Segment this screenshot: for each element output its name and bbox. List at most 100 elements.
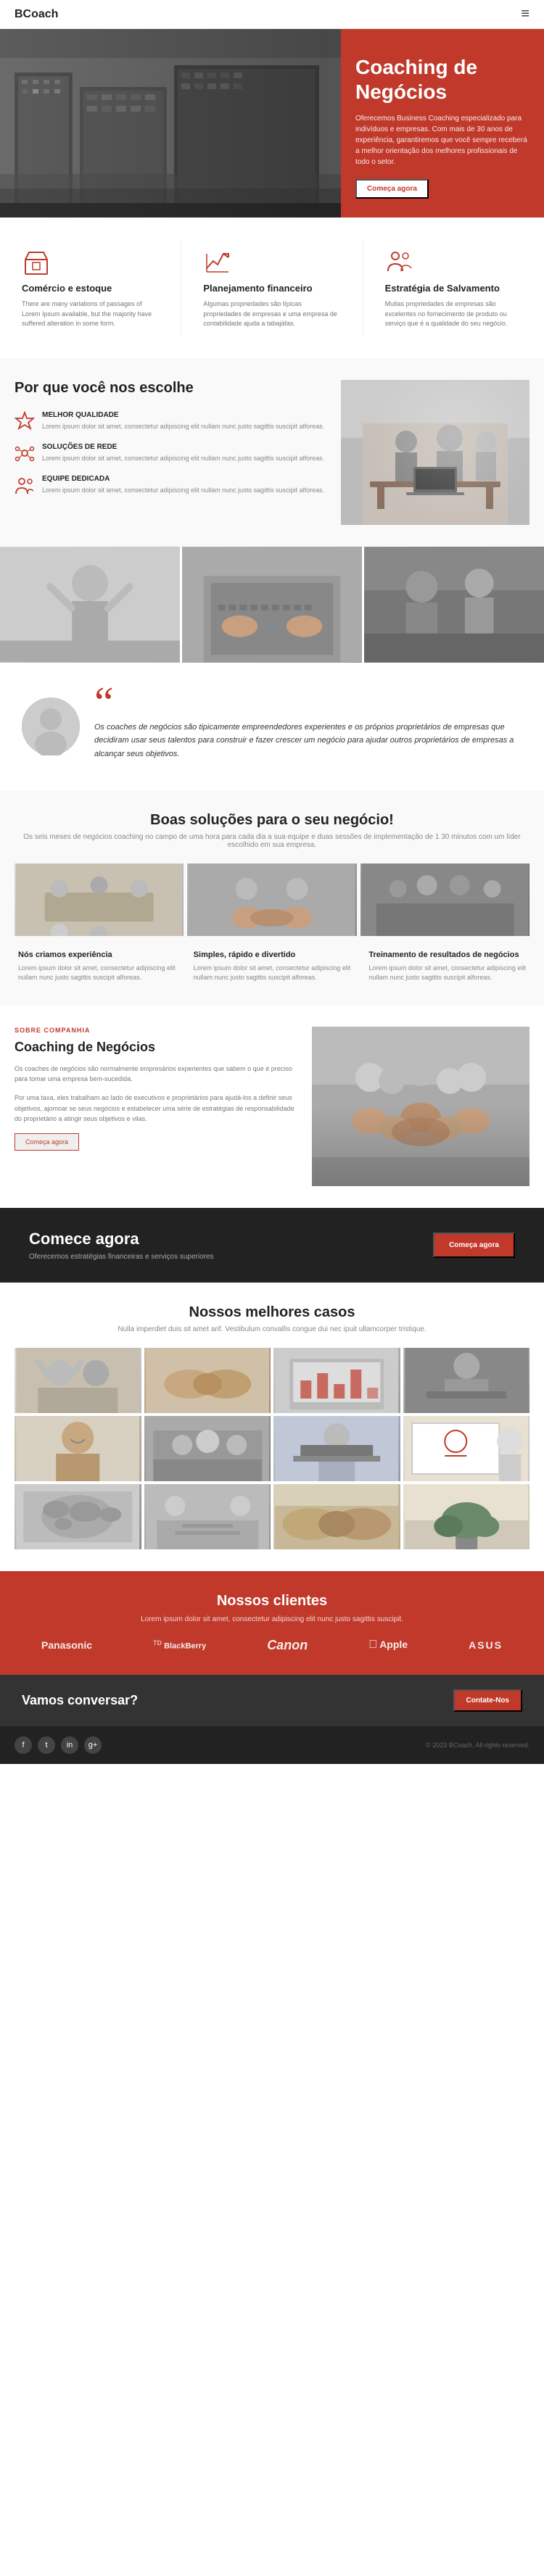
team-icon (15, 475, 35, 495)
case-item-7 (403, 1416, 530, 1481)
solutions-section: Boas soluções para o seu negócio! Os sei… (0, 790, 544, 1005)
sol-card-title-2: Treinamento de resultados de negócios (368, 951, 526, 959)
sol-card-2: Treinamento de resultados de negócios Lo… (365, 951, 529, 983)
why-item-title-0: MELHOR QUALIDADE (42, 411, 324, 419)
network-icon (15, 443, 35, 463)
cta-description: Oferecemos estratégias financeiras e ser… (29, 1253, 214, 1261)
photo-cell-0 (0, 547, 180, 663)
sol-card-desc-2: Lorem ipsum dolor sit amet, consectetur … (368, 964, 526, 983)
why-item-desc-1: Lorem ipsum dolor sit amet, consectetur … (42, 454, 324, 463)
hero-overlay: Coaching de Negócios Oferecemos Business… (341, 29, 544, 218)
solutions-subtitle: Os seis meses de negócios coaching no ca… (15, 833, 529, 849)
cases-grid (15, 1348, 529, 1549)
solutions-images (15, 864, 529, 936)
social-facebook[interactable]: f (15, 1736, 32, 1754)
quality-icon (15, 411, 35, 431)
sol-card-title-1: Simples, rápido e divertido (194, 951, 351, 959)
social-googleplus[interactable]: g+ (84, 1736, 102, 1754)
sol-img-2 (360, 864, 529, 936)
case-item-3 (403, 1348, 530, 1413)
case-item-9 (144, 1484, 271, 1549)
cases-section: Nossos melhores casos Nulla imperdiet du… (0, 1283, 544, 1571)
contact-button[interactable]: Contate-Nos (453, 1689, 522, 1712)
chart-icon (203, 247, 232, 276)
why-item-desc-0: Lorem ipsum dolor sit amet, consectetur … (42, 422, 324, 431)
header: BCoach ≡ (0, 0, 544, 29)
why-item-0: MELHOR QUALIDADE Lorem ipsum dolor sit a… (15, 411, 326, 431)
clients-logos: Panasonic TD BlackBerry Canon Apple ASU… (15, 1638, 529, 1653)
service-desc-0: There are many variations of passages of… (22, 299, 159, 329)
sol-card-desc-1: Lorem ipsum dolor sit amet, consectetur … (194, 964, 351, 983)
quote-mark: “ (94, 692, 522, 713)
service-item-1: Planejamento financeiro Algumas propried… (196, 239, 347, 336)
why-image (341, 380, 529, 525)
quote-content: “ Os coaches de negócios são tipicamente… (94, 692, 522, 761)
clients-title: Nossos clientes (15, 1593, 529, 1610)
about-desc-1: Os coaches de negócios são normalmente e… (15, 1064, 297, 1085)
service-desc-1: Algumas propriedades são típicas proprie… (203, 299, 340, 329)
about-button[interactable]: Começa agora (15, 1133, 79, 1151)
about-title: Coaching de Negócios (15, 1040, 297, 1055)
about-section: SOBRE COMPANHIA Coaching de Negócios Os … (0, 1005, 544, 1208)
about-desc-2: Por uma taxa, eles trabalham ao lado de … (15, 1093, 297, 1124)
quote-section: “ Os coaches de negócios são tipicamente… (0, 663, 544, 790)
case-item-0 (15, 1348, 141, 1413)
quote-text: Os coaches de negócios são tipicamente e… (94, 721, 522, 761)
why-item-title-2: EQUIPE DEDICADA (42, 475, 324, 483)
why-item-desc-2: Lorem ipsum dolor sit amet, consectetur … (42, 486, 324, 495)
sol-card-title-0: Nós criamos experiência (18, 951, 176, 959)
case-item-10 (273, 1484, 400, 1549)
case-item-8 (15, 1484, 141, 1549)
cta-title: Comece agora (29, 1230, 214, 1248)
client-logo-blackberry: TD BlackBerry (153, 1639, 206, 1651)
case-item-5 (144, 1416, 271, 1481)
sol-card-desc-0: Lorem ipsum dolor sit amet, consectetur … (18, 964, 176, 983)
service-item-2: Estratégia de Salvamento Muitas propried… (378, 239, 529, 336)
client-logo-asus: ASUS (469, 1639, 503, 1651)
cta-banner: Comece agora Oferecemos estratégias fina… (0, 1208, 544, 1283)
about-tag: SOBRE COMPANHIA (15, 1027, 297, 1034)
social-twitter[interactable]: t (38, 1736, 55, 1754)
case-item-2 (273, 1348, 400, 1413)
why-item-2: EQUIPE DEDICADA Lorem ipsum dolor sit am… (15, 475, 326, 495)
photo-cell-1 (182, 547, 362, 663)
case-item-4 (15, 1416, 141, 1481)
shop-icon (22, 247, 51, 276)
logo: BCoach (15, 8, 58, 21)
sol-card-1: Simples, rápido e divertido Lorem ipsum … (190, 951, 355, 983)
why-section: Por que você nos escolhe MELHOR QUALIDAD… (0, 358, 544, 547)
services-section: Comércio e estoque There are many variat… (0, 218, 544, 358)
cases-title: Nossos melhores casos (15, 1304, 529, 1321)
quote-avatar (22, 697, 80, 755)
hero-title: Coaching de Negócios (355, 55, 529, 104)
service-item-0: Comércio e estoque There are many variat… (15, 239, 166, 336)
service-title-2: Estratégia de Salvamento (385, 283, 522, 294)
client-logo-panasonic: Panasonic (41, 1639, 92, 1651)
footer-socials: f t in g+ (15, 1736, 102, 1754)
footer-copyright: © 2023 BCoach. All rights reserved. (426, 1742, 529, 1749)
hero-cta-button[interactable]: Começa agora (355, 179, 429, 199)
menu-icon[interactable]: ≡ (521, 6, 529, 22)
case-item-1 (144, 1348, 271, 1413)
cta-button[interactable]: Começa agora (433, 1233, 515, 1258)
service-title-0: Comércio e estoque (22, 283, 159, 294)
sol-img-0 (15, 864, 184, 936)
case-item-6 (273, 1416, 400, 1481)
sol-card-0: Nós criamos experiência Lorem ipsum dolo… (15, 951, 179, 983)
clients-description: Lorem ipsum dolor sit amet, consectetur … (15, 1615, 529, 1623)
sol-img-1 (187, 864, 356, 936)
footer: f t in g+ © 2023 BCoach. All rights rese… (0, 1726, 544, 1764)
hero-description: Oferecemos Business Coaching especializa… (355, 113, 529, 167)
social-linkedin[interactable]: in (61, 1736, 78, 1754)
about-image (312, 1027, 529, 1186)
why-item-1: SOLUÇÕES DE REDE Lorem ipsum dolor sit a… (15, 443, 326, 463)
contact-footer-section: Vamos conversar? Contate-Nos (0, 1675, 544, 1726)
cta-left: Comece agora Oferecemos estratégias fina… (29, 1230, 214, 1261)
client-logo-apple: Apple (368, 1639, 408, 1652)
photo-grid (0, 547, 544, 663)
service-desc-2: Muitas propriedades de empresas são exce… (385, 299, 522, 329)
why-item-title-1: SOLUÇÕES DE REDE (42, 443, 324, 451)
case-item-11 (403, 1484, 530, 1549)
client-logo-canon: Canon (267, 1638, 308, 1653)
why-left: Por que você nos escolhe MELHOR QUALIDAD… (15, 380, 326, 525)
